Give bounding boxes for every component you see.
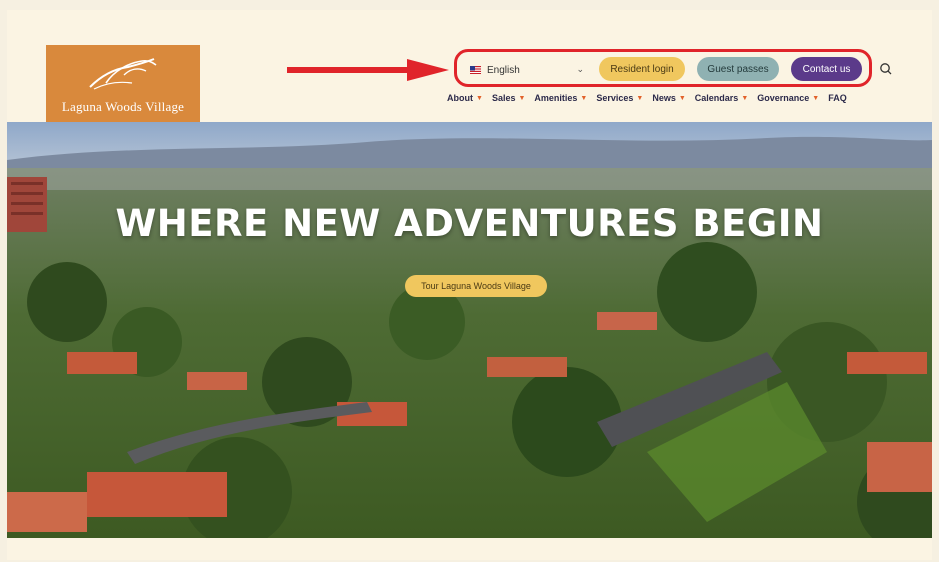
resident-login-button[interactable]: Resident login	[599, 57, 685, 81]
nav-item-label: Sales	[491, 93, 516, 103]
caret-down-icon: ▼	[678, 94, 686, 102]
caret-down-icon: ▼	[580, 94, 588, 102]
guest-passes-button[interactable]: Guest passes	[697, 57, 779, 81]
hero-aerial-photo	[7, 122, 932, 538]
tour-button[interactable]: Tour Laguna Woods Village	[405, 275, 547, 297]
nav-item-services[interactable]: Services ▼	[596, 93, 643, 103]
bird-logo-icon	[89, 58, 157, 90]
nav-item-label: News	[652, 93, 676, 103]
main-nav: About ▼ Sales ▼ Amenities ▼ Services ▼ N…	[447, 93, 856, 103]
nav-item-label: About	[447, 93, 473, 103]
nav-item-news[interactable]: News ▼	[652, 93, 685, 103]
nav-item-amenities[interactable]: Amenities ▼	[534, 93, 587, 103]
hero-banner: WHERE NEW ADVENTURES BEGIN Tour Laguna W…	[7, 122, 932, 538]
language-selector[interactable]: English ⌄	[470, 59, 588, 81]
nav-item-faq[interactable]: FAQ	[828, 93, 847, 103]
nav-item-about[interactable]: About ▼	[447, 93, 483, 103]
annotation-arrow-icon	[287, 59, 449, 81]
nav-item-calendars[interactable]: Calendars ▼	[695, 93, 748, 103]
nav-item-sales[interactable]: Sales ▼	[492, 93, 525, 103]
nav-item-label: Services	[596, 93, 634, 103]
nav-item-label: Amenities	[534, 93, 578, 103]
language-label: English	[487, 64, 520, 76]
caret-down-icon: ▼	[476, 94, 483, 102]
hero-title: WHERE NEW ADVENTURES BEGIN	[115, 202, 824, 245]
site-logo[interactable]: Laguna Woods Village	[46, 45, 200, 123]
logo-text: Laguna Woods Village	[61, 99, 185, 114]
search-icon	[880, 63, 892, 75]
nav-item-label: FAQ	[828, 93, 847, 103]
caret-down-icon: ▼	[812, 94, 820, 102]
nav-item-governance[interactable]: Governance ▼	[757, 93, 819, 103]
caret-down-icon: ▼	[518, 94, 526, 102]
caret-down-icon: ▼	[636, 94, 644, 102]
chevron-down-icon: ⌄	[576, 64, 584, 74]
caret-down-icon: ▼	[741, 94, 749, 102]
page: Laguna Woods Village English ⌄ Resident …	[7, 10, 932, 560]
nav-item-label: Calendars	[694, 93, 739, 103]
nav-item-label: Governance	[757, 93, 810, 103]
search-button[interactable]	[876, 59, 896, 79]
us-flag-icon	[470, 66, 481, 74]
contact-us-button[interactable]: Contact us	[791, 57, 862, 81]
